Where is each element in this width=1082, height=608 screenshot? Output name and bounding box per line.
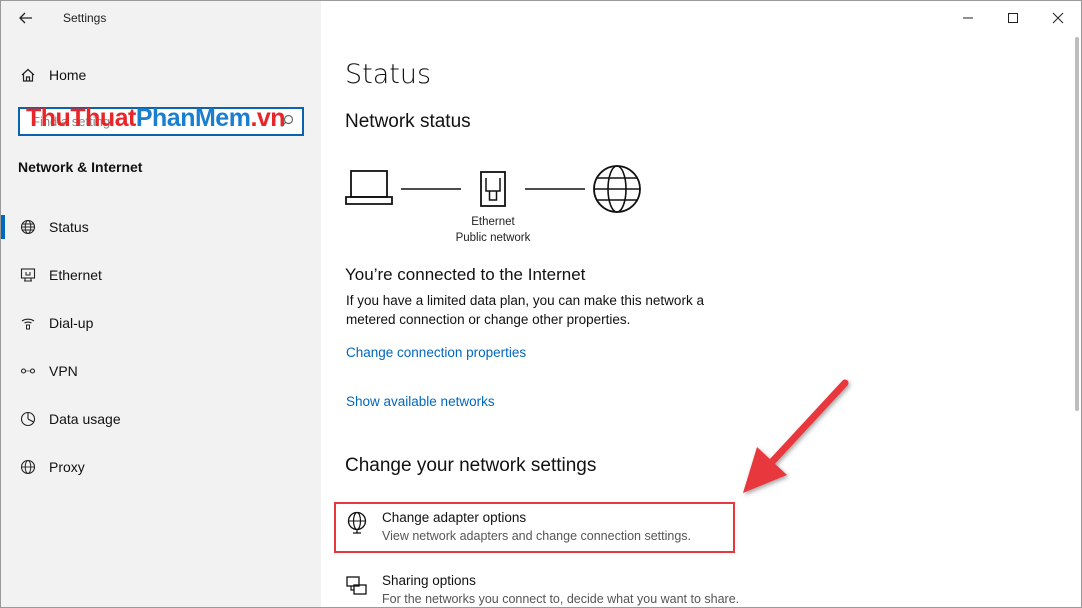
- network-type-label: Public network: [455, 232, 531, 244]
- option-title: Change adapter options: [382, 510, 527, 525]
- proxy-globe-icon: [19, 458, 37, 476]
- vpn-icon: [19, 362, 37, 380]
- network-status-heading: Network status: [345, 111, 471, 132]
- network-diagram: [345, 165, 641, 213]
- minimize-button[interactable]: [945, 1, 991, 35]
- sidebar-item-label: Ethernet: [49, 267, 102, 283]
- sidebar-item-label: Proxy: [49, 459, 85, 475]
- ethernet-icon: [19, 266, 37, 284]
- search-icon: [281, 114, 294, 127]
- sharing-options-item[interactable]: Sharing options For the networks you con…: [336, 564, 739, 607]
- search-placeholder: Find a setting: [32, 114, 111, 129]
- maximize-button[interactable]: [990, 1, 1036, 35]
- annotation-arrow: [743, 379, 849, 493]
- close-icon: [1052, 12, 1064, 24]
- ethernet-port-icon: [480, 171, 506, 207]
- dial-up-icon: [19, 314, 37, 332]
- sidebar-item-label: Dial-up: [49, 315, 94, 331]
- option-description: View network adapters and change connect…: [382, 529, 691, 543]
- internet-globe-icon: [593, 165, 641, 213]
- back-button[interactable]: [15, 7, 37, 29]
- sidebar-item-vpn[interactable]: VPN: [1, 353, 321, 389]
- scrollbar-thumb[interactable]: [1075, 37, 1079, 411]
- sidebar-item-label: VPN: [49, 363, 78, 379]
- section-title: Network & Internet: [18, 159, 143, 175]
- sidebar-item-label: Status: [49, 219, 89, 235]
- sidebar-item-label: Data usage: [49, 411, 121, 427]
- maximize-icon: [1008, 13, 1018, 23]
- sidebar-item-ethernet[interactable]: Ethernet: [1, 257, 321, 293]
- option-title: Sharing options: [382, 573, 476, 588]
- adapter-name-label: Ethernet: [471, 216, 515, 228]
- sidebar-item-proxy[interactable]: Proxy: [1, 449, 321, 485]
- option-description: For the networks you connect to, decide …: [382, 592, 740, 606]
- adapter-options-icon: [347, 511, 367, 534]
- sidebar-item-home[interactable]: Home: [1, 59, 321, 91]
- change-settings-heading: Change your network settings: [345, 455, 597, 476]
- sidebar: Settings Home Find a setting ThuThuatPha…: [1, 1, 321, 607]
- data-usage-icon: [19, 410, 37, 428]
- change-connection-properties-link[interactable]: Change connection properties: [346, 345, 526, 360]
- laptop-icon: [345, 170, 393, 205]
- back-arrow-icon: [19, 12, 32, 24]
- connected-description: If you have a limited data plan, you can…: [346, 293, 704, 327]
- close-button[interactable]: [1035, 1, 1081, 35]
- minimize-icon: [963, 17, 973, 19]
- sidebar-item-dial-up[interactable]: Dial-up: [1, 305, 321, 341]
- app-title: Settings: [63, 11, 107, 25]
- show-available-networks-link[interactable]: Show available networks: [346, 394, 495, 409]
- connected-heading: You’re connected to the Internet: [345, 265, 586, 284]
- sidebar-item-label: Home: [49, 67, 87, 83]
- change-adapter-options-item[interactable]: Change adapter options View network adap…: [336, 501, 734, 551]
- sidebar-item-status[interactable]: Status: [1, 209, 321, 245]
- globe-status-icon: [19, 218, 37, 236]
- sharing-options-icon: [346, 576, 367, 595]
- sidebar-item-data-usage[interactable]: Data usage: [1, 401, 321, 437]
- search-input[interactable]: Find a setting: [18, 107, 304, 136]
- page-title: Status: [345, 59, 432, 90]
- settings-window: Settings Home Find a setting ThuThuatPha…: [0, 0, 1082, 608]
- home-icon: [19, 66, 37, 84]
